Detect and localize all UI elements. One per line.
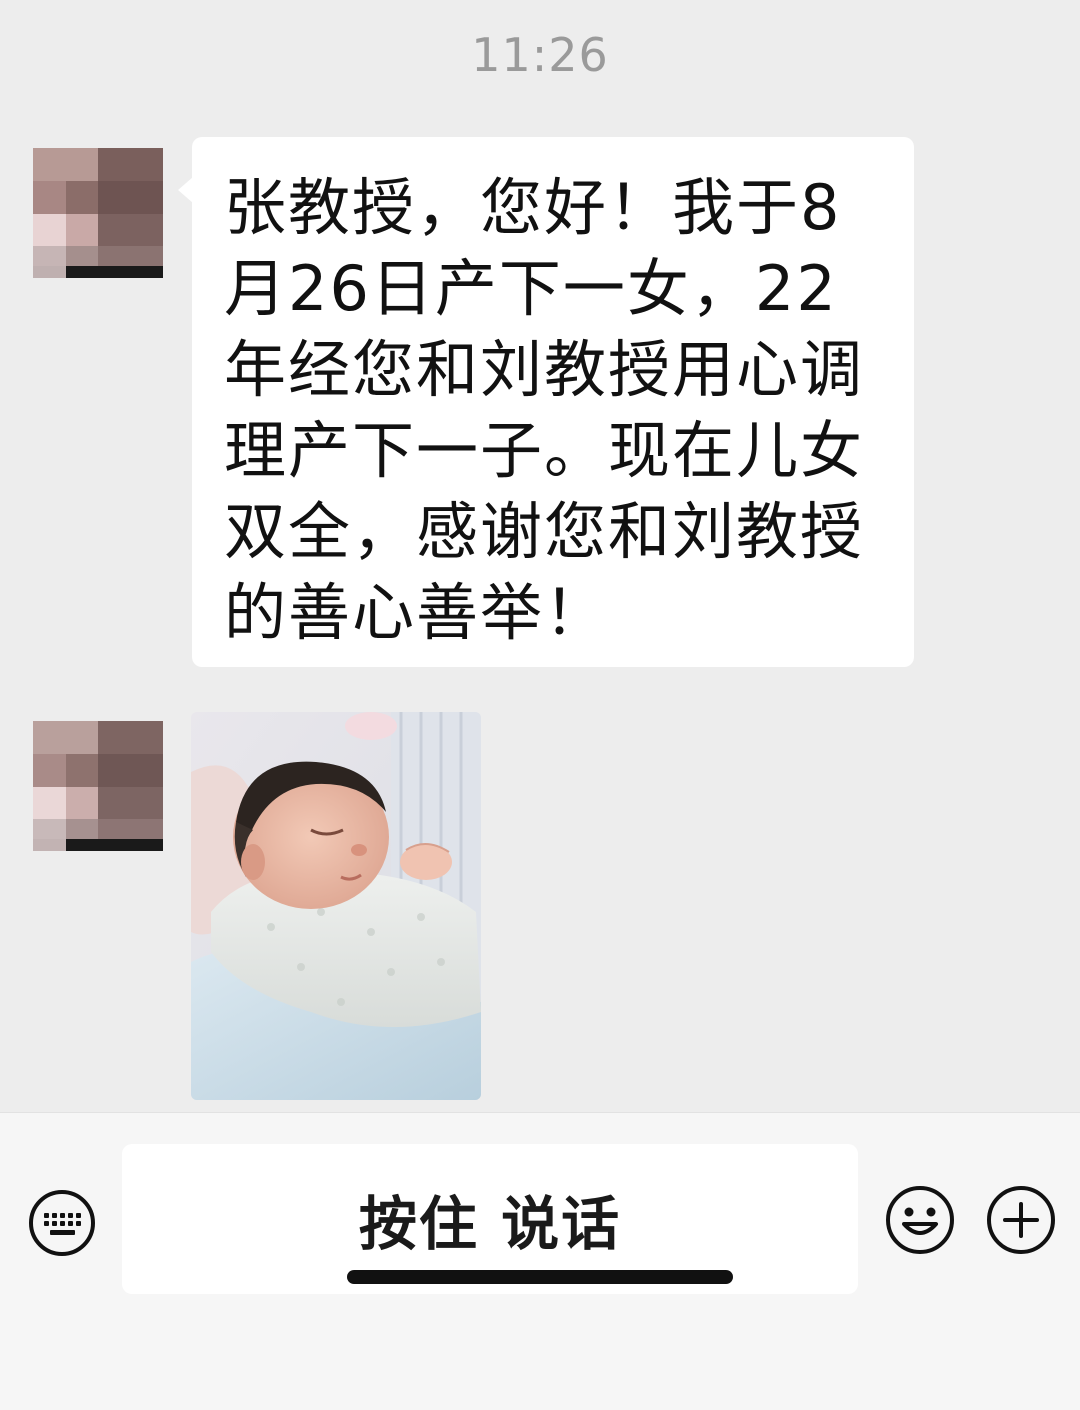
emoji-icon[interactable]: [884, 1184, 956, 1256]
contact-avatar[interactable]: [33, 721, 163, 851]
plus-icon[interactable]: [985, 1184, 1057, 1256]
baby-photo: [191, 712, 481, 1100]
home-indicator[interactable]: [347, 1270, 733, 1284]
chat-timestamp: 11:26: [471, 28, 609, 82]
input-bar: 按住 说话: [0, 1112, 1080, 1410]
contact-avatar[interactable]: [33, 148, 163, 278]
keyboard-icon[interactable]: [27, 1188, 97, 1258]
chat-area: 11:26 张教授，您好！我于8月26日产下一女，22年经您和刘教授用心调理产下…: [0, 0, 1080, 1112]
message-bubble[interactable]: 张教授，您好！我于8月26日产下一女，22年经您和刘教授用心调理产下一子。现在儿…: [178, 137, 914, 667]
image-message[interactable]: [191, 712, 481, 1100]
message-text: 张教授，您好！我于8月26日产下一女，22年经您和刘教授用心调理产下一子。现在儿…: [224, 171, 865, 649]
